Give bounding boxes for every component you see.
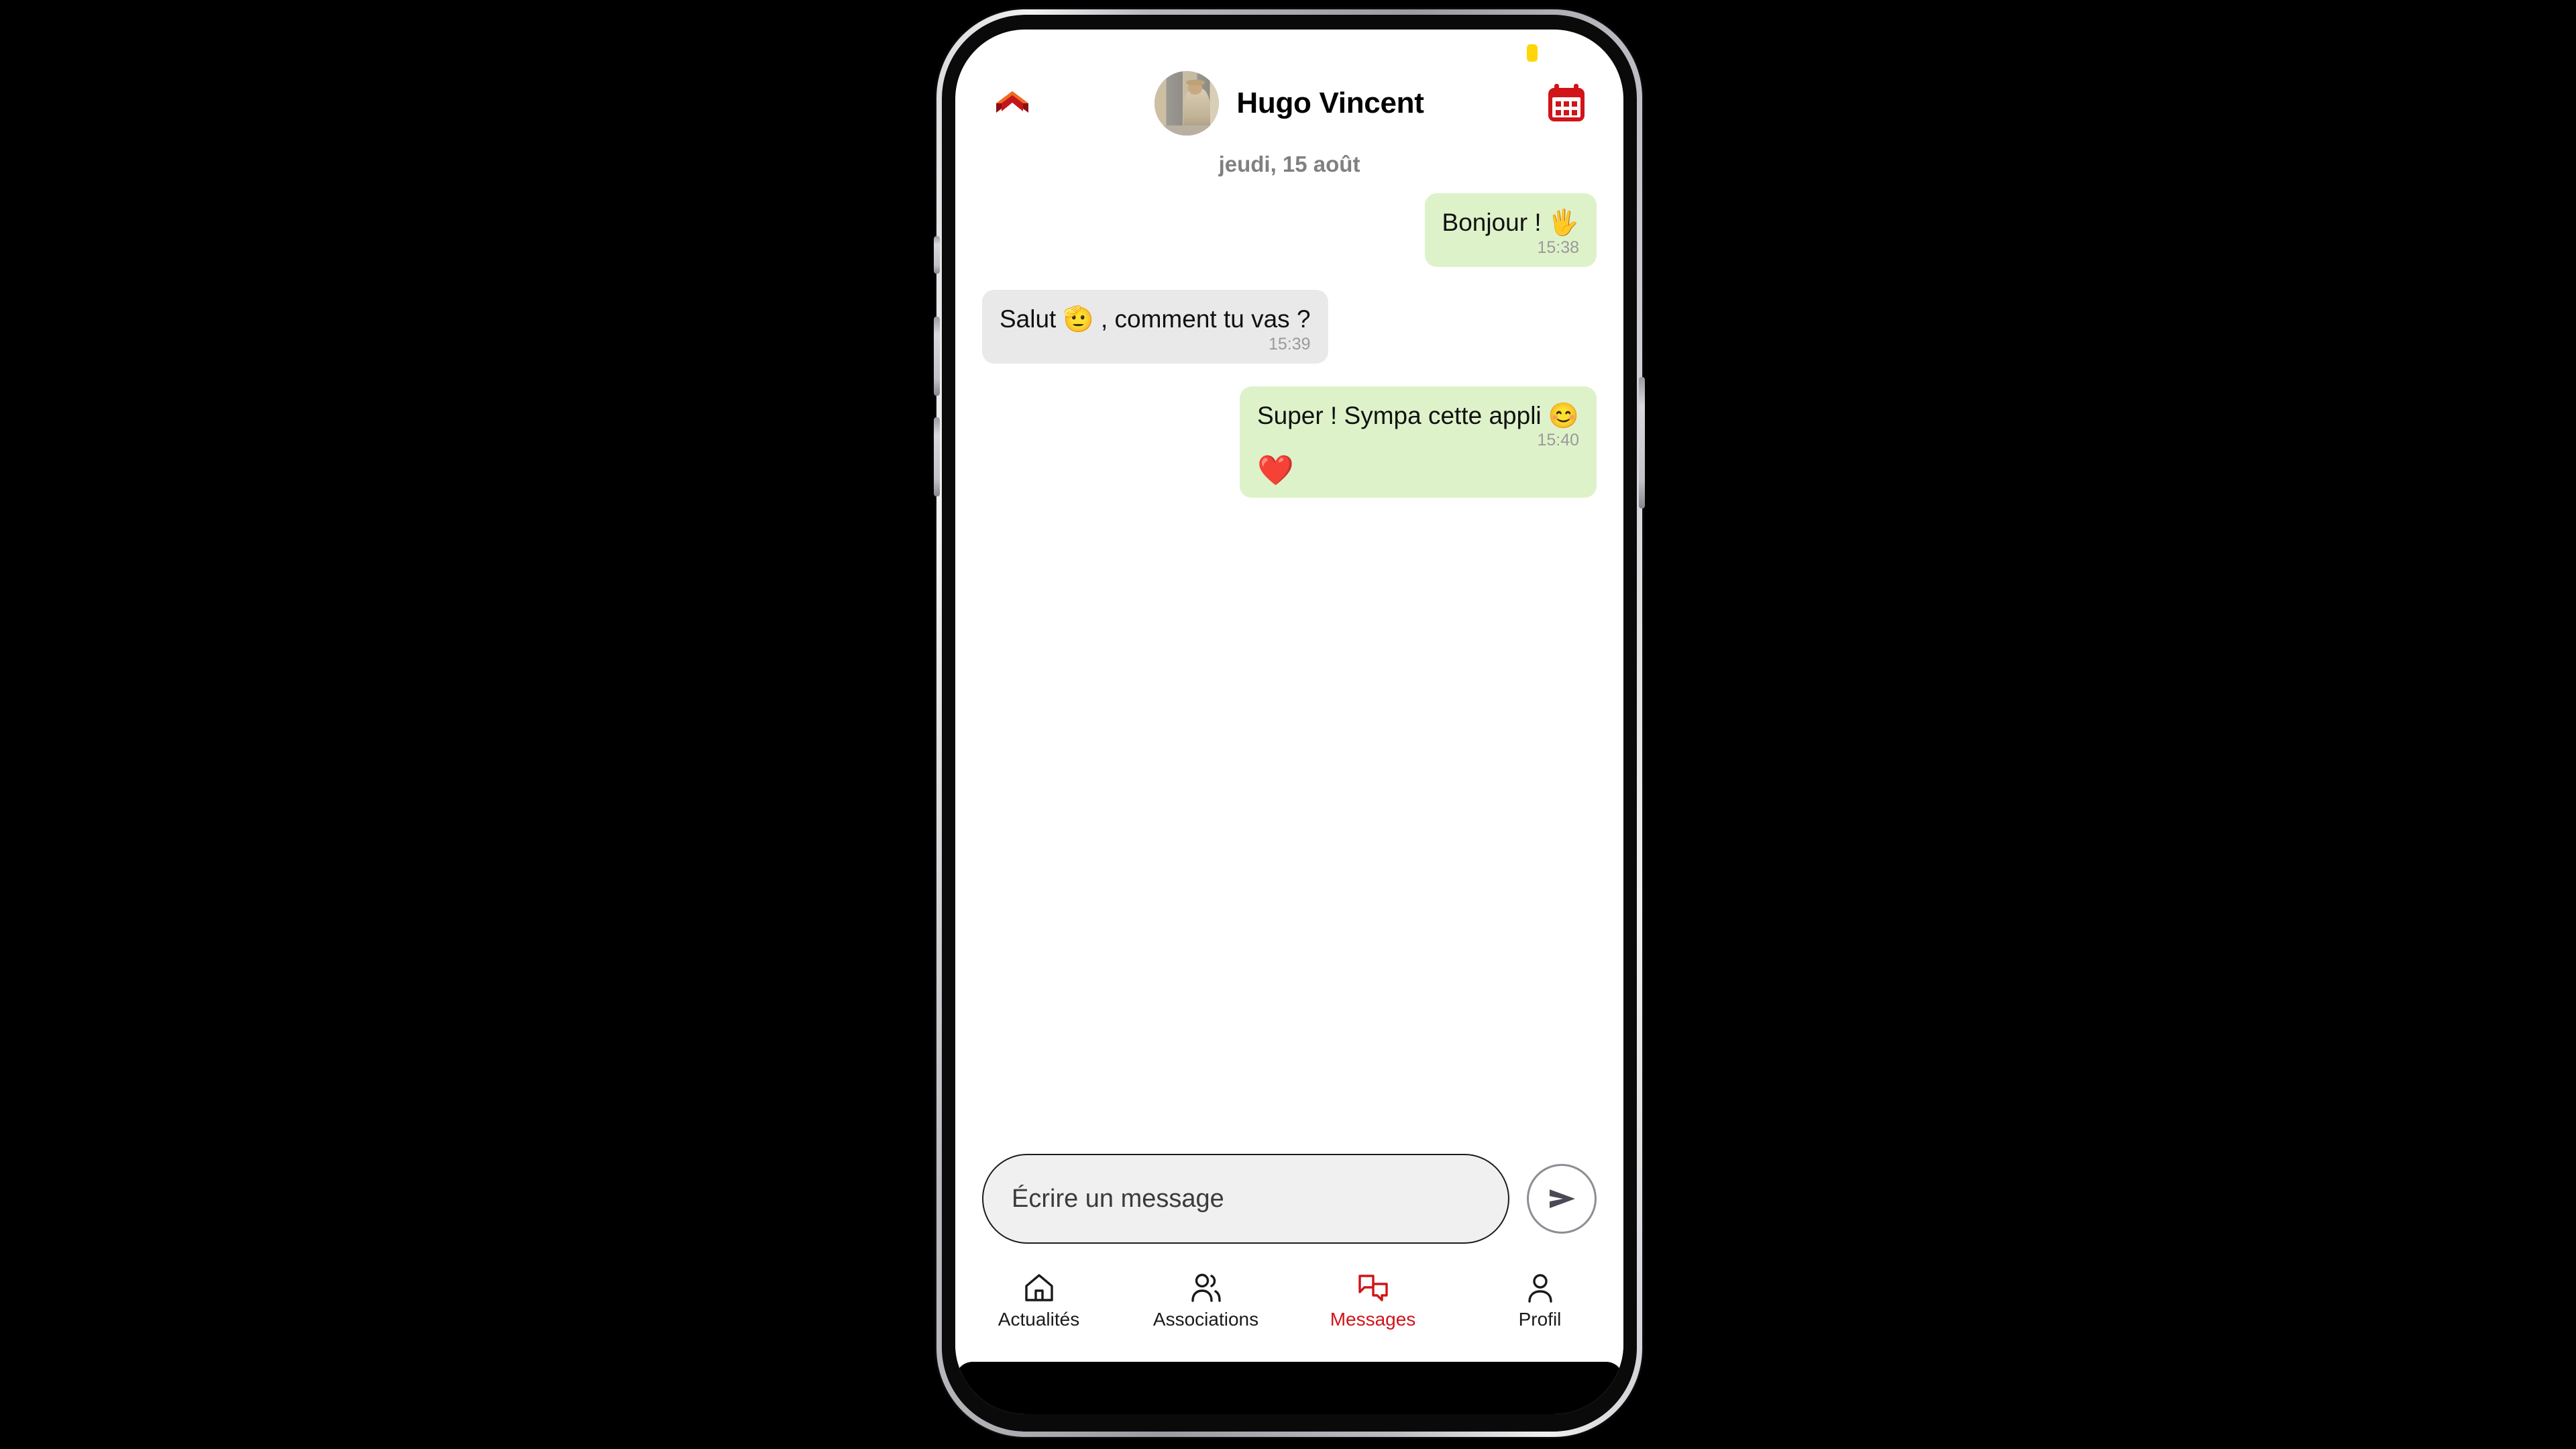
power-button[interactable]: [1639, 377, 1645, 508]
calendar-icon[interactable]: [1540, 77, 1593, 129]
sidebar-item-profil[interactable]: Profil: [1473, 1271, 1607, 1329]
message-row: Super ! Sympa cette appli 😊 15:40 ❤️: [982, 386, 1597, 498]
sidebar-item-label: Profil: [1518, 1309, 1562, 1330]
sidebar-item-messages[interactable]: Messages: [1306, 1271, 1440, 1329]
volume-down-button[interactable]: [934, 417, 940, 496]
message-timestamp: 15:40: [1537, 431, 1579, 450]
phone-screen: Hugo Vincent jeudi, 15 août Bonjour ! 🖐 …: [955, 30, 1623, 1414]
mute-switch-button[interactable]: [934, 236, 940, 274]
home-indicator-area: [955, 1362, 1623, 1414]
message-input[interactable]: Écrire un message: [982, 1154, 1509, 1244]
avatar-photo-hat: [1185, 80, 1205, 86]
calendar-icon-glyph: [1548, 84, 1585, 121]
bottom-navigation: Actualités Associations Messages Profil: [955, 1261, 1623, 1362]
message-input-placeholder: Écrire un message: [1012, 1184, 1224, 1213]
status-bar: [955, 30, 1623, 67]
date-separator: jeudi, 15 août: [1218, 152, 1360, 176]
back-chevron-logo-glyph: [996, 91, 1028, 113]
people-icon: [1189, 1271, 1224, 1305]
sidebar-item-actualites[interactable]: Actualités: [972, 1271, 1106, 1329]
home-icon: [1023, 1271, 1055, 1305]
message-reaction[interactable]: ❤️: [1257, 454, 1579, 487]
volume-up-button[interactable]: [934, 317, 940, 396]
message-text: Salut 🫡 , comment tu vas ?: [1000, 305, 1311, 333]
sidebar-item-label: Associations: [1152, 1309, 1259, 1330]
screenshot-stage: Hugo Vincent jeudi, 15 août Bonjour ! 🖐 …: [0, 0, 2576, 1449]
avatar-photo-floor: [1155, 125, 1220, 136]
contact-name: Hugo Vincent: [1236, 87, 1424, 119]
message-row: Bonjour ! 🖐 15:38: [982, 193, 1597, 267]
people-icon-glyph: [1191, 1273, 1221, 1302]
phone-device-frame: Hugo Vincent jeudi, 15 août Bonjour ! 🖐 …: [934, 9, 1645, 1437]
chat-header-identity[interactable]: Hugo Vincent: [1038, 71, 1540, 136]
person-icon-glyph: [1527, 1274, 1552, 1303]
chat-header: Hugo Vincent: [955, 67, 1623, 140]
avatar[interactable]: [1155, 71, 1220, 136]
chat-bubbles-icon: [1356, 1271, 1390, 1305]
send-paper-plane-icon: [1550, 1189, 1575, 1208]
message-text: Super ! Sympa cette appli 😊: [1256, 401, 1579, 429]
status-indicator-badge: [1527, 44, 1538, 62]
back-chevron-logo-icon[interactable]: [986, 77, 1038, 129]
send-button[interactable]: [1527, 1164, 1597, 1234]
message-composer: Écrire un message: [955, 1154, 1623, 1261]
phone-bezel: Hugo Vincent jeudi, 15 août Bonjour ! 🖐 …: [934, 15, 1645, 1432]
sidebar-item-associations[interactable]: Associations: [1139, 1271, 1273, 1329]
message-text: Bonjour ! 🖐: [1442, 209, 1579, 236]
chat-bubbles-icon-glyph: [1358, 1275, 1388, 1301]
sidebar-item-label: Actualités: [998, 1309, 1080, 1330]
message-bubble-outgoing[interactable]: Super ! Sympa cette appli 😊 15:40 ❤️: [1239, 386, 1597, 498]
home-icon-glyph: [1024, 1274, 1053, 1301]
message-list[interactable]: Bonjour ! 🖐 15:38 Salut 🫡 , comment tu v…: [955, 188, 1623, 1154]
message-timestamp: 15:39: [1268, 334, 1311, 354]
message-bubble-incoming[interactable]: Salut 🫡 , comment tu vas ? 15:39: [982, 289, 1328, 364]
message-timestamp: 15:38: [1537, 237, 1579, 257]
message-row: Salut 🫡 , comment tu vas ? 15:39: [982, 289, 1597, 364]
sidebar-item-label: Messages: [1330, 1309, 1416, 1330]
message-bubble-outgoing[interactable]: Bonjour ! 🖐 15:38: [1424, 193, 1597, 267]
person-icon: [1525, 1271, 1555, 1305]
